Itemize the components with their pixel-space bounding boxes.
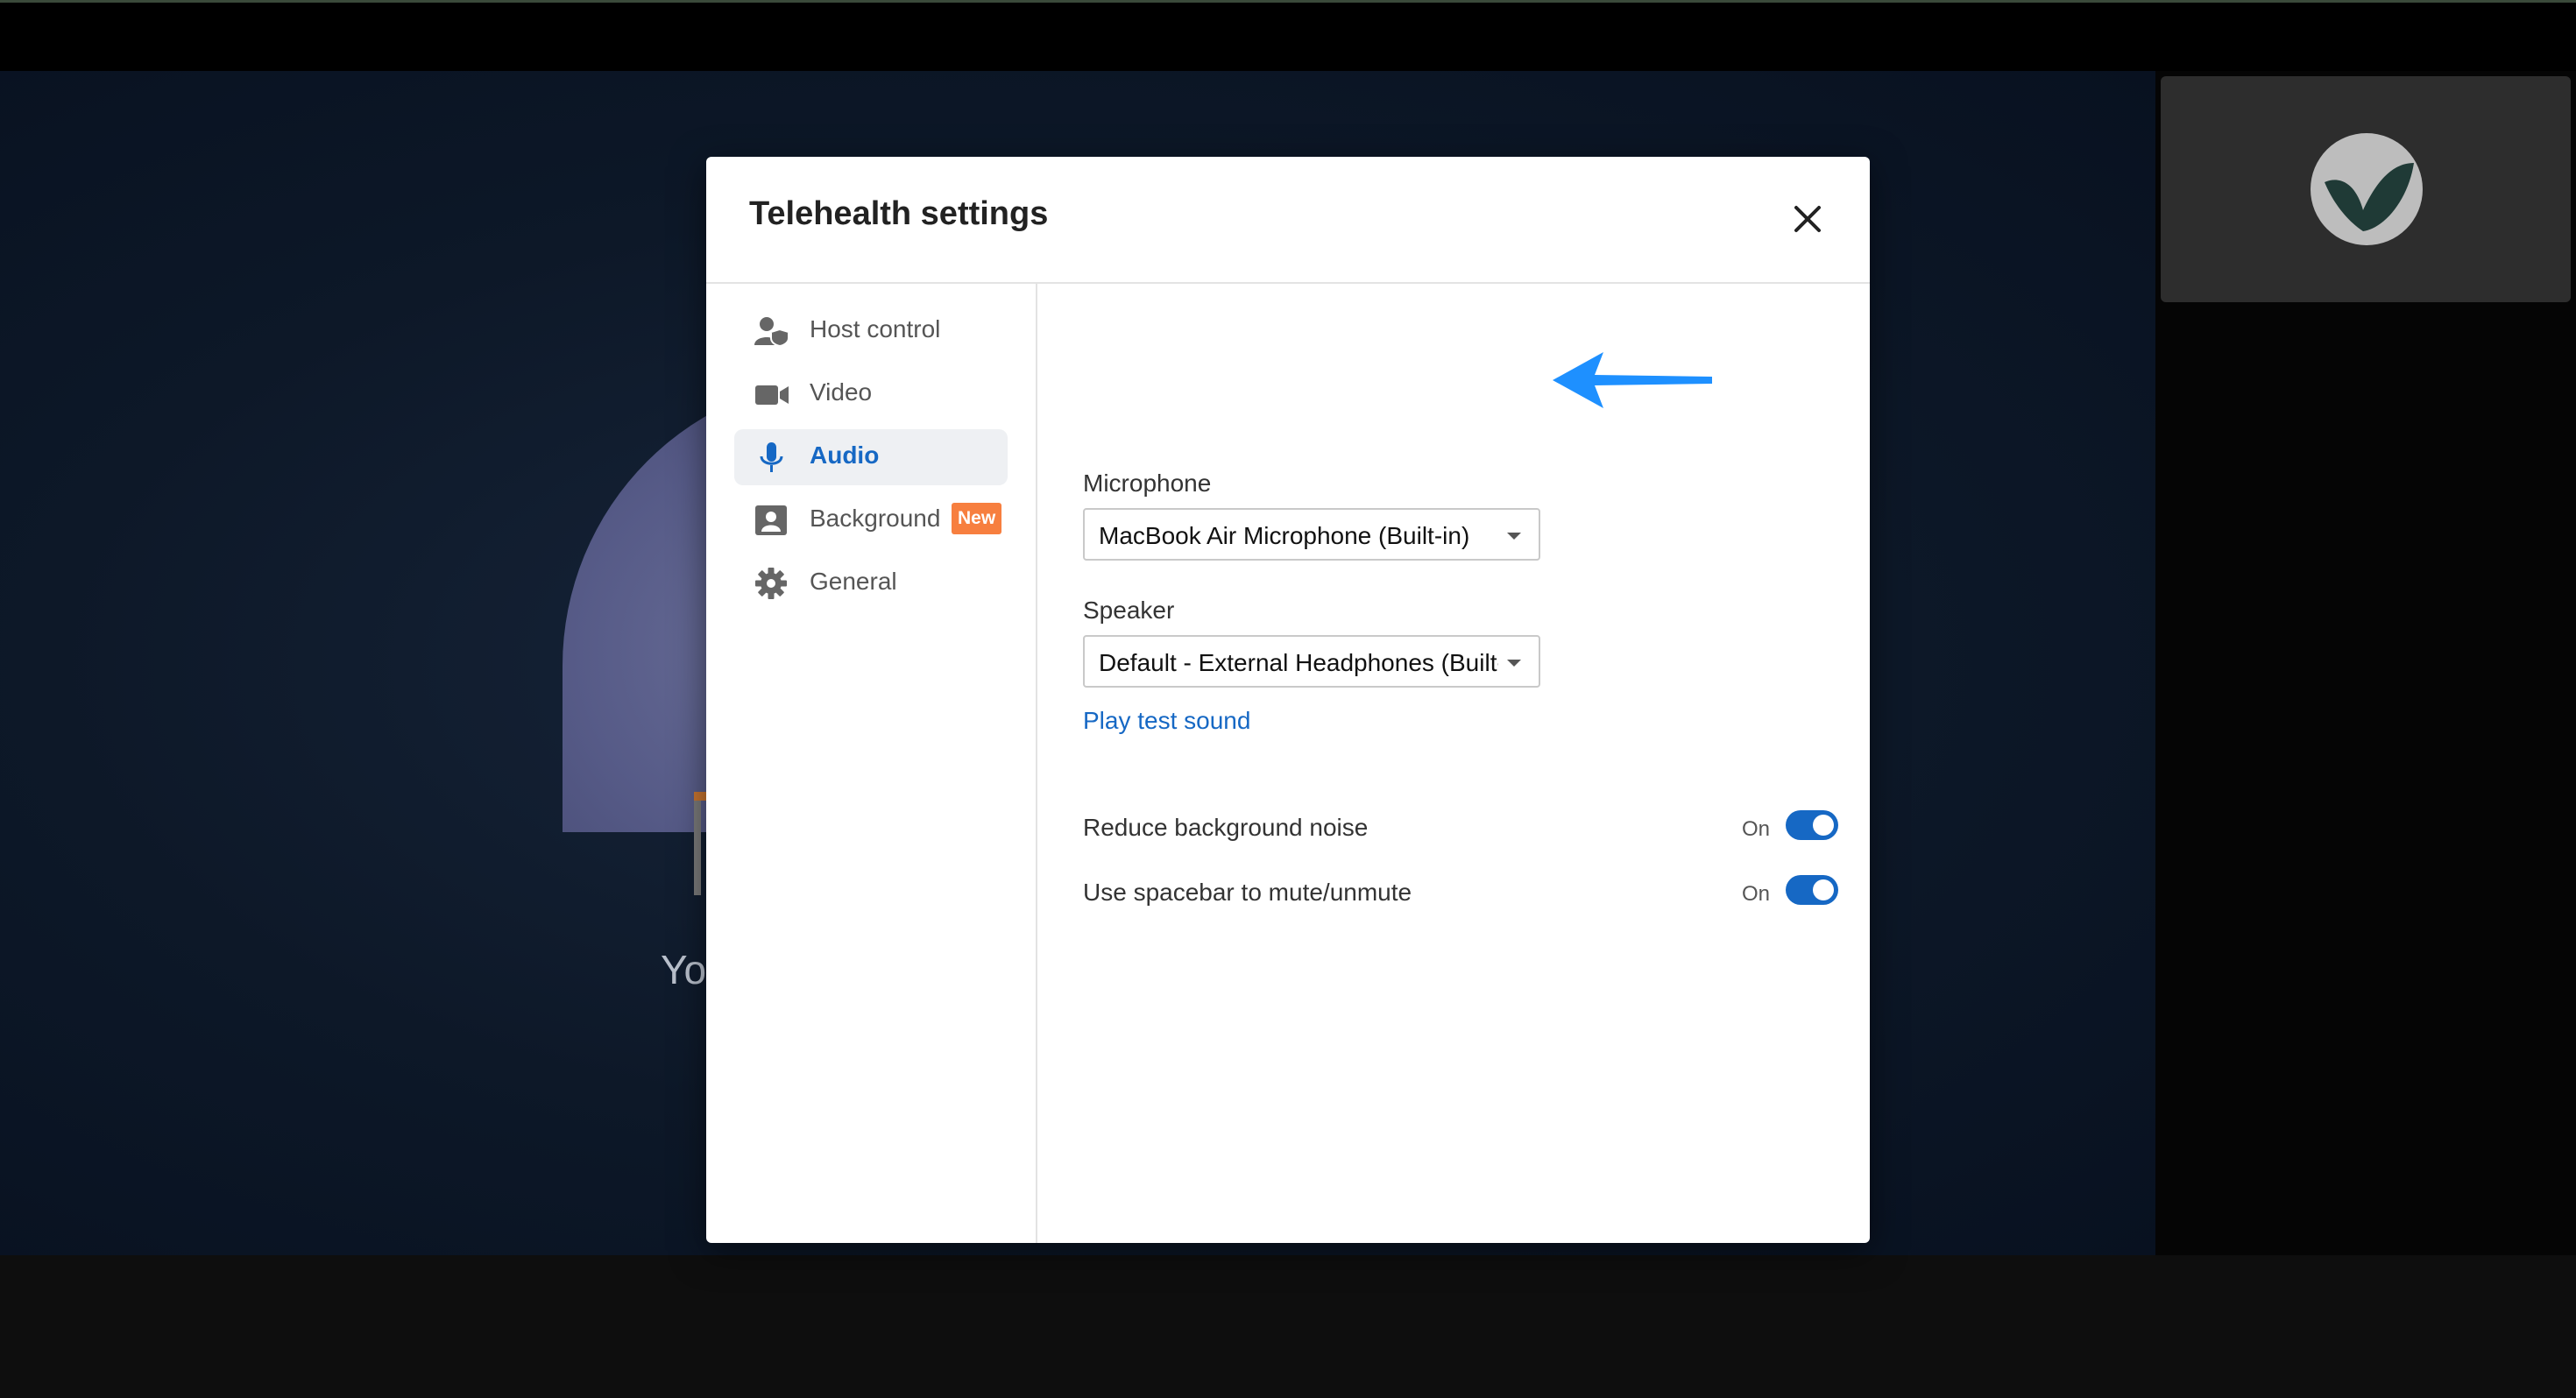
screen: Yo Telehealth settings Host control Vide… <box>0 0 2576 1398</box>
microphone-select[interactable]: MacBook Air Microphone (Built-in) <box>1083 508 1540 561</box>
microphone-label: Microphone <box>1083 470 1212 497</box>
sidebar-item-label: Audio <box>810 441 880 469</box>
spacebar-mute-row: Use spacebar to mute/unmute On <box>1083 875 1838 910</box>
video-camera-icon <box>755 385 789 405</box>
sidebar-item-host-control[interactable]: Host control <box>734 303 1008 359</box>
settings-sidebar: Host control Video Audio Background New … <box>706 284 1037 1243</box>
reduce-noise-row: Reduce background noise On <box>1083 810 1838 845</box>
background-decoration <box>694 801 701 895</box>
app-logo-icon <box>2311 133 2423 245</box>
participant-label: Yo <box>661 947 707 992</box>
bottom-toolbar <box>0 1255 2576 1398</box>
play-test-sound-link[interactable]: Play test sound <box>1083 707 1250 735</box>
spacebar-mute-toggle[interactable] <box>1786 875 1838 905</box>
spacebar-mute-state: On <box>1742 882 1771 906</box>
self-view-tile[interactable] <box>2161 76 2571 302</box>
audio-settings-panel: Microphone MacBook Air Microphone (Built… <box>1037 284 1870 1243</box>
sidebar-item-label: Video <box>810 378 873 406</box>
annotation-arrow-icon <box>1553 352 1712 408</box>
sidebar-item-general[interactable]: General <box>734 555 1008 611</box>
speaker-select-value: Default - External Headphones (Built-in) <box>1099 649 1498 676</box>
sidebar-item-label: Host control <box>810 315 941 342</box>
chevron-down-icon <box>1507 533 1521 540</box>
close-icon[interactable] <box>1786 197 1829 241</box>
sidebar-item-audio[interactable]: Audio <box>734 429 1008 485</box>
sidebar-item-background[interactable]: Background New <box>734 492 1008 548</box>
microphone-select-value: MacBook Air Microphone (Built-in) <box>1099 522 1470 549</box>
sidebar-item-label: Background <box>810 505 941 532</box>
microphone-icon <box>760 442 783 472</box>
reduce-noise-label: Reduce background noise <box>1083 814 1369 841</box>
host-control-icon <box>754 317 789 347</box>
sidebar-item-video[interactable]: Video <box>734 366 1008 422</box>
modal-title: Telehealth settings <box>749 195 1049 232</box>
sidebar-item-label: General <box>810 568 897 595</box>
spacebar-mute-label: Use spacebar to mute/unmute <box>1083 879 1412 906</box>
telehealth-settings-modal: Telehealth settings Host control Video A… <box>706 157 1870 1243</box>
speaker-label: Speaker <box>1083 597 1175 624</box>
reduce-noise-state: On <box>1742 817 1771 841</box>
toggle-knob <box>1813 815 1834 836</box>
modal-header: Telehealth settings <box>706 157 1870 284</box>
chevron-down-icon <box>1507 660 1521 667</box>
gear-icon <box>755 568 787 599</box>
background-portrait-icon <box>755 505 787 535</box>
new-badge: New <box>952 503 1002 534</box>
reduce-noise-toggle[interactable] <box>1786 810 1838 840</box>
top-border <box>0 0 2576 3</box>
speaker-select[interactable]: Default - External Headphones (Built-in) <box>1083 635 1540 688</box>
toggle-knob <box>1813 879 1834 900</box>
